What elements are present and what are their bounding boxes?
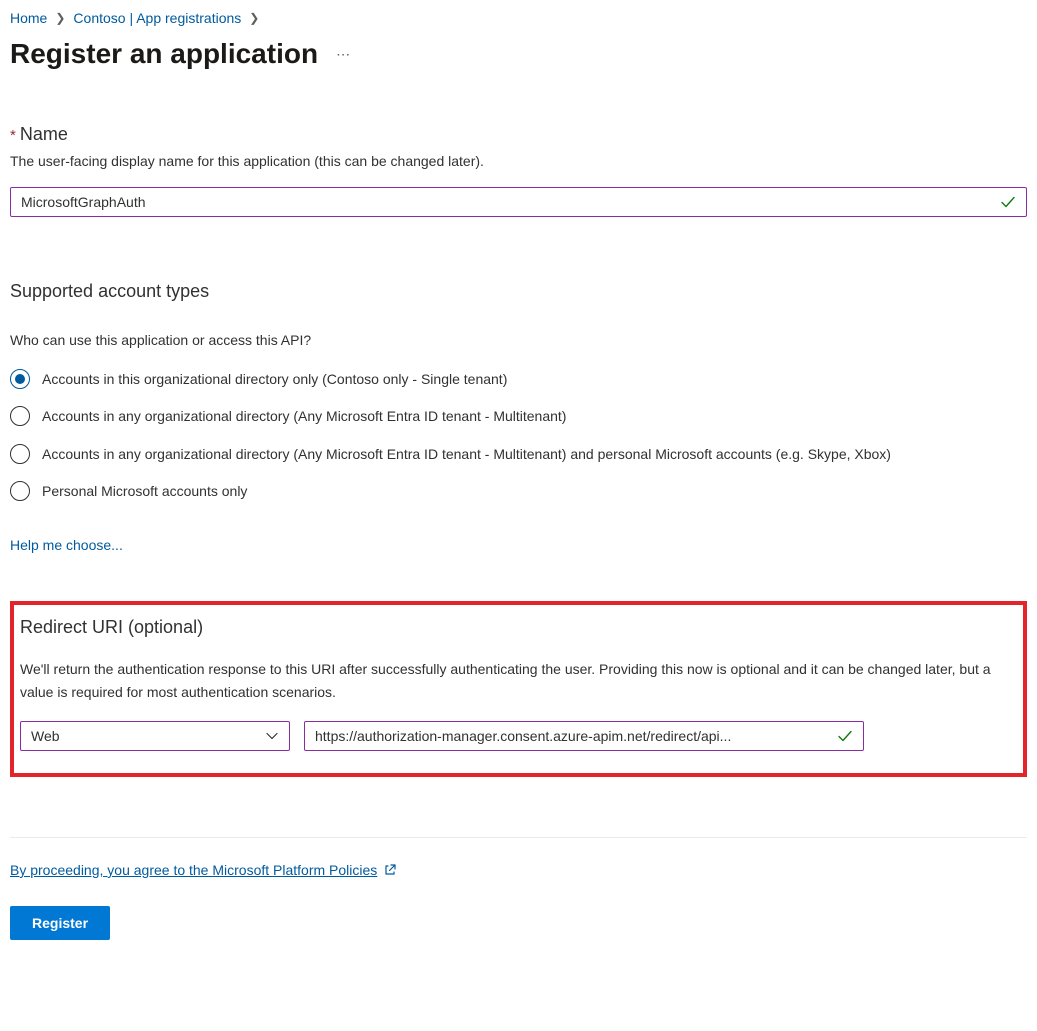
chevron-right-icon: ❯: [55, 11, 65, 25]
radio-multitenant-personal[interactable]: Accounts in any organizational directory…: [10, 443, 1027, 464]
more-menu-icon[interactable]: ⋯: [336, 46, 351, 63]
redirect-uri-highlight: Redirect URI (optional) We'll return the…: [10, 601, 1027, 777]
radio-icon: [10, 406, 30, 426]
radio-icon: [10, 444, 30, 464]
page-title: Register an application: [10, 38, 318, 70]
redirect-uri-input-container: [304, 721, 864, 751]
external-link-icon: [383, 863, 397, 877]
radio-label: Accounts in any organizational directory…: [42, 405, 566, 426]
breadcrumb: Home ❯ Contoso | App registrations ❯: [10, 10, 1027, 26]
name-input[interactable]: [21, 194, 1016, 210]
chevron-down-icon: [265, 729, 279, 743]
policies-row: By proceeding, you agree to the Microsof…: [10, 862, 1027, 878]
platform-policies-link[interactable]: By proceeding, you agree to the Microsof…: [10, 862, 377, 878]
account-types-heading: Supported account types: [10, 281, 1027, 302]
platform-select[interactable]: Web: [20, 721, 290, 751]
divider: [10, 837, 1027, 838]
radio-label: Personal Microsoft accounts only: [42, 480, 247, 501]
breadcrumb-org[interactable]: Contoso | App registrations: [73, 10, 241, 26]
help-me-choose-link[interactable]: Help me choose...: [10, 537, 123, 553]
radio-icon: [10, 369, 30, 389]
name-description: The user-facing display name for this ap…: [10, 153, 1027, 169]
radio-label: Accounts in this organizational director…: [42, 368, 507, 389]
name-input-container: [10, 187, 1027, 217]
radio-label: Accounts in any organizational directory…: [42, 443, 891, 464]
redirect-uri-description: We'll return the authentication response…: [20, 658, 1017, 703]
register-button[interactable]: Register: [10, 906, 110, 940]
radio-icon: [10, 481, 30, 501]
redirect-uri-heading: Redirect URI (optional): [20, 617, 1017, 638]
breadcrumb-home[interactable]: Home: [10, 10, 47, 26]
chevron-right-icon: ❯: [249, 11, 259, 25]
page-title-row: Register an application ⋯: [10, 38, 1027, 70]
redirect-uri-input[interactable]: [315, 728, 853, 744]
radio-personal-only[interactable]: Personal Microsoft accounts only: [10, 480, 1027, 501]
checkmark-icon: [1000, 194, 1016, 210]
required-asterisk: *: [10, 127, 16, 144]
platform-select-value: Web: [31, 728, 60, 744]
account-types-question: Who can use this application or access t…: [10, 332, 1027, 348]
checkmark-icon: [837, 728, 853, 744]
account-types-radio-group: Accounts in this organizational director…: [10, 368, 1027, 501]
radio-single-tenant[interactable]: Accounts in this organizational director…: [10, 368, 1027, 389]
radio-multitenant[interactable]: Accounts in any organizational directory…: [10, 405, 1027, 426]
name-label: Name: [20, 124, 68, 145]
